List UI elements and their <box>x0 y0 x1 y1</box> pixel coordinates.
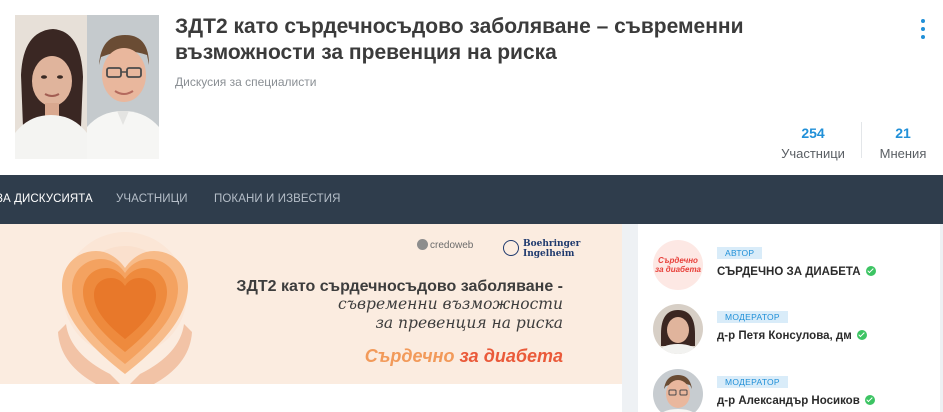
role-badge: МОДЕРАТОР <box>717 376 788 388</box>
banner-brand-part1: Сърдечно <box>364 346 455 366</box>
avatar-logo-line2: за диабета <box>655 265 701 274</box>
member-name: д-р Петя Консулова, дм <box>717 330 852 342</box>
banner-headline-line1: ЗДТ2 като сърдечносъдово заболяване - <box>236 278 563 295</box>
description-area <box>0 384 622 412</box>
member-name-link[interactable]: д-р Петя Консулова, дм <box>717 330 867 342</box>
member-moderator-1[interactable]: МОДЕРАТОР д-р Петя Консулова, дм <box>638 302 940 366</box>
kebab-menu-icon[interactable] <box>916 18 930 40</box>
banner-brand: Сърдечно за диабета <box>365 346 563 367</box>
member-moderator-2[interactable]: МОДЕРАТОР д-р Александър Носиков <box>638 367 940 412</box>
opinions-count: 21 <box>895 125 911 141</box>
opinions-label: Мнения <box>879 146 927 161</box>
credoweb-logo-text: credoweb <box>430 240 474 251</box>
avatar[interactable]: Сърдечно за диабета <box>653 240 703 290</box>
banner-headline-line3: за превенция на риска <box>375 314 563 332</box>
avatar[interactable] <box>653 304 703 354</box>
moderator-photo-male <box>87 15 159 159</box>
verified-check-icon <box>856 330 867 340</box>
boehringer-logo: Boehringer Ingelheim <box>503 238 580 262</box>
avatar[interactable] <box>653 369 703 412</box>
member-name-link[interactable]: СЪРДЕЧНО ЗА ДИАБЕТА <box>717 266 876 278</box>
discussion-type-label: Дискусия за специалисти <box>175 75 317 89</box>
content-area: credoweb Boehringer Ingelheim ЗДТ2 като с… <box>0 224 943 412</box>
participants-stat[interactable]: 254 Участници <box>778 124 848 164</box>
opinions-stat[interactable]: 21 Мнения <box>876 124 930 164</box>
members-panel: Сърдечно за диабета АВТОР СЪРДЕЧНО ЗА ДИА… <box>638 224 940 412</box>
role-badge: МОДЕРАТОР <box>717 311 788 323</box>
stats-divider <box>861 122 862 158</box>
discussion-banner: credoweb Boehringer Ingelheim ЗДТ2 като с… <box>0 224 622 384</box>
boehringer-line2: Ingelheim <box>523 249 575 259</box>
banner-headline-line2: съвременни възможности <box>338 295 563 313</box>
member-author[interactable]: Сърдечно за диабета АВТОР СЪРДЕЧНО ЗА ДИА… <box>638 238 940 302</box>
member-name-link[interactable]: д-р Александър Носиков <box>717 395 875 407</box>
verified-check-icon <box>864 395 875 405</box>
role-badge: АВТОР <box>717 247 763 259</box>
tab-participants[interactable]: УЧАСТНИЦИ <box>116 175 188 224</box>
member-name: СЪРДЕЧНО ЗА ДИАБЕТА <box>717 266 861 278</box>
tab-invitations[interactable]: ПОКАНИ И ИЗВЕСТИЯ <box>214 175 341 224</box>
heart-hands-illustration <box>58 232 192 384</box>
moderator-photo-female <box>15 15 87 159</box>
verified-check-icon <box>865 266 876 276</box>
member-name: д-р Александър Носиков <box>717 395 860 407</box>
banner-brand-part2: за диабета <box>459 346 564 366</box>
discussion-page: ЗДТ2 като сърдечносъдово заболяване – съ… <box>0 0 943 412</box>
participants-label: Участници <box>781 146 845 161</box>
boehringer-line1: Boehringer <box>523 239 581 249</box>
credoweb-logo: credoweb <box>417 239 473 251</box>
boehringer-mark-icon <box>503 240 519 256</box>
tab-about[interactable]: ЗА ДИСКУСИЯТА <box>0 175 93 224</box>
participants-count: 254 <box>801 125 825 141</box>
discussion-title: ЗДТ2 като сърдечносъдово заболяване – съ… <box>175 15 744 64</box>
discussion-tabs: ЗА ДИСКУСИЯТА УЧАСТНИЦИ ПОКАНИ И ИЗВЕСТИ… <box>0 175 943 224</box>
discussion-header: ЗДТ2 като сърдечносъдово заболяване – съ… <box>0 0 943 175</box>
avatar-logo-line1: Сърдечно <box>658 256 698 265</box>
